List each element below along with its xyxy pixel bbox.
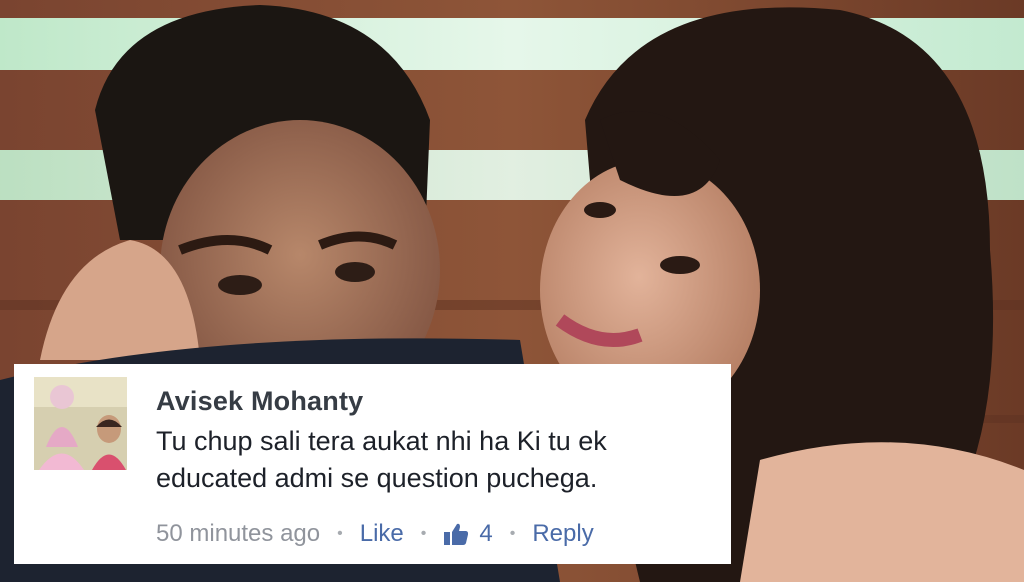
like-count-value: 4 [479,520,493,547]
reply-link[interactable]: Reply [532,520,593,548]
separator-dot: • [420,525,427,542]
comment-card: Avisek Mohanty Tu chup sali tera aukat n… [14,364,731,564]
avatar[interactable] [34,377,127,470]
separator-dot: • [509,525,516,542]
separator-dot: • [337,525,343,542]
comment-author[interactable]: Avisek Mohanty [156,386,363,417]
comment-text-line: educated admi se question puchega. [156,463,598,493]
comment-timestamp[interactable]: 50 minutes ago [156,520,320,548]
like-count[interactable]: 4 [443,520,493,548]
avatar-picture [34,377,127,470]
like-link[interactable]: Like [360,520,404,548]
thumbs-up-icon [444,523,469,545]
comment-actions: 50 minutes ago • Like • 4 • Reply [156,517,594,551]
comment-text: Tu chup sali tera aukat nhi ha Ki tu ek … [156,423,716,497]
comment-text-line: Tu chup sali tera aukat nhi ha Ki tu ek [156,426,607,456]
